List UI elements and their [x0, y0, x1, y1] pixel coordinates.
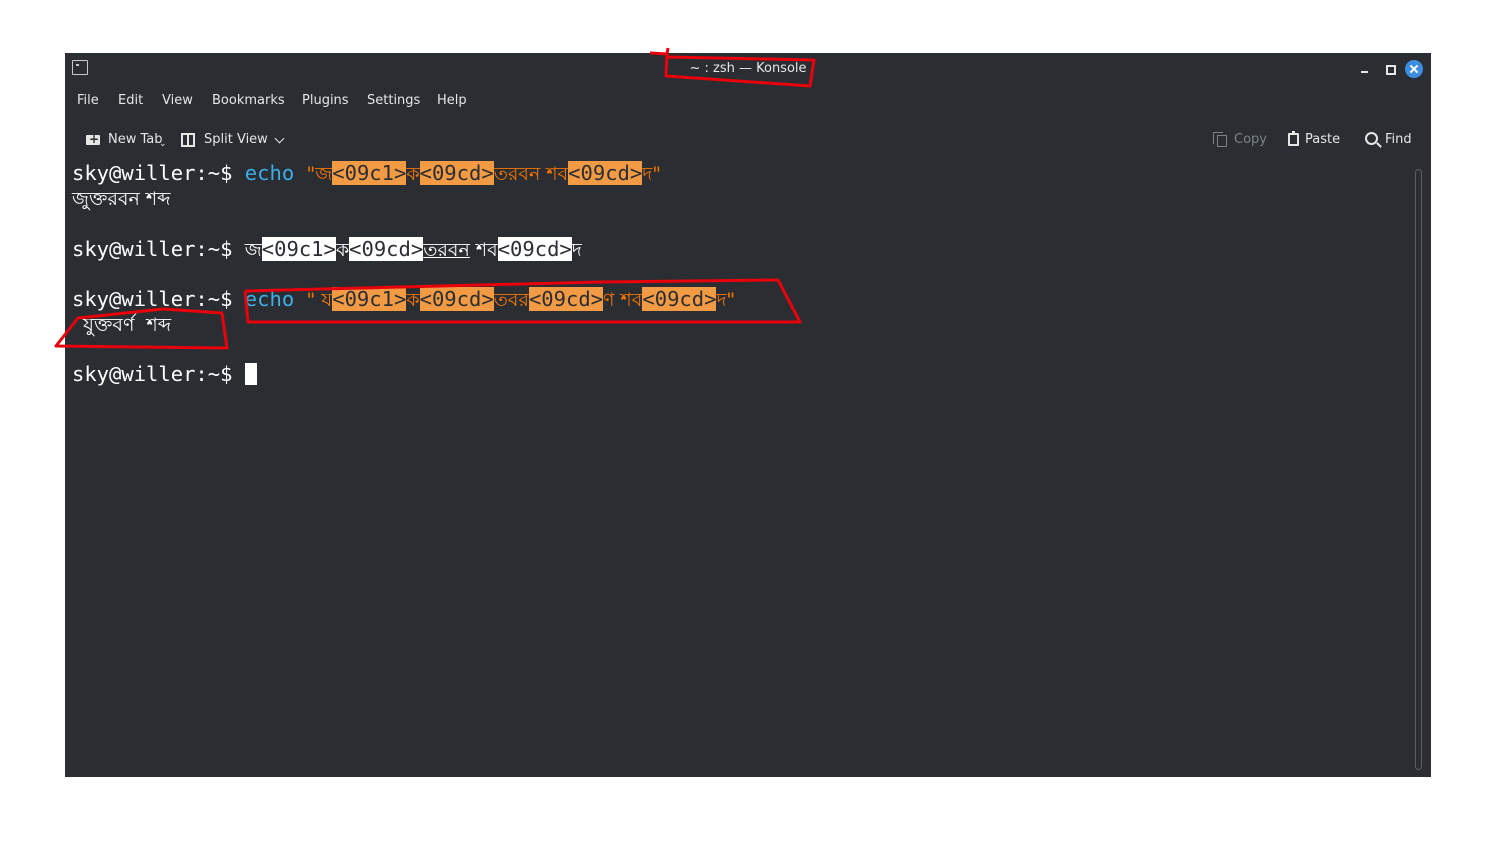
copy-button[interactable]: Copy	[1211, 121, 1267, 159]
terminal-output-3: যুক্তবর্ণ শব্দ	[83, 314, 172, 336]
prompt: sky@willer:~$	[72, 237, 233, 261]
text-part: ক	[335, 239, 350, 261]
menu-bar: File Edit View Bookmarks Plugins Setting…	[65, 85, 1431, 117]
codepoint-box: <09cd>	[528, 287, 604, 311]
search-icon	[1365, 132, 1378, 145]
prompt: sky@willer:~$	[72, 161, 233, 185]
menu-settings[interactable]: Settings	[367, 85, 420, 117]
menu-help[interactable]: Help	[437, 85, 467, 117]
text-part: দ	[571, 239, 582, 261]
minimize-icon[interactable]	[1357, 61, 1373, 77]
close-icon[interactable]	[1405, 60, 1423, 78]
copy-icon	[1213, 132, 1227, 147]
codepoint-box: <09cd>	[497, 237, 572, 261]
find-button[interactable]: Find	[1364, 121, 1416, 159]
menu-view[interactable]: View	[162, 85, 193, 117]
paste-icon	[1288, 131, 1299, 146]
codepoint-box: <09cd>	[419, 161, 494, 185]
string-part: ণ শব	[603, 289, 643, 311]
terminal-line-4: sky@willer:~$	[72, 362, 257, 387]
find-label: Find	[1385, 132, 1412, 147]
split-view-icon	[181, 133, 195, 147]
codepoint-box: <09cd>	[642, 287, 717, 311]
codepoint-box: <09c1>	[332, 287, 407, 311]
codepoint-box: <09c1>	[261, 237, 336, 261]
text-part: তরবন	[423, 239, 470, 261]
codepoint-box: <09cd>	[568, 161, 643, 185]
copy-label: Copy	[1234, 132, 1267, 147]
toolbar: New Tab ⌄ Split View Copy Paste Find	[65, 121, 1431, 159]
prompt: sky@willer:~$	[72, 287, 233, 311]
string-part: তরবন শব	[493, 163, 569, 185]
command: echo	[244, 161, 295, 185]
paste-button[interactable]: Paste	[1286, 121, 1346, 159]
prompt: sky@willer:~$	[72, 362, 233, 386]
string-part: দ"	[642, 163, 661, 185]
codepoint-box: <09c1>	[332, 161, 407, 185]
string-part: "জ	[306, 163, 333, 185]
menu-edit[interactable]: Edit	[118, 85, 143, 117]
scrollbar[interactable]	[1415, 169, 1422, 770]
split-view-button[interactable]: Split View	[180, 121, 290, 159]
string-part: তবর	[493, 289, 529, 311]
command: echo	[244, 287, 295, 311]
maximize-icon[interactable]	[1382, 61, 1398, 77]
string-part: দ"	[716, 289, 736, 311]
terminal-line-2: sky@willer:~$ জ<09c1>ক<09cd>তরবন শব<09cd…	[72, 237, 582, 262]
menu-file[interactable]: File	[77, 85, 99, 117]
menu-plugins[interactable]: Plugins	[302, 85, 349, 117]
string-part: " য	[306, 289, 333, 311]
chevron-down-icon	[274, 133, 285, 144]
codepoint-box: <09cd>	[349, 237, 424, 261]
new-tab-button[interactable]: New Tab ⌄	[85, 121, 167, 159]
terminal-view[interactable]: sky@willer:~$ echo "জ<09c1>ক<09cd>তরবন শ…	[65, 161, 1413, 777]
paste-label: Paste	[1305, 132, 1341, 147]
text-cursor	[244, 363, 257, 385]
string-part: ক	[406, 289, 420, 311]
new-tab-icon	[86, 130, 100, 148]
text-part: জ	[244, 239, 262, 261]
window-title: ~ : zsh — Konsole	[689, 61, 807, 76]
codepoint-box: <09cd>	[419, 287, 494, 311]
title-bar[interactable]: ~ : zsh — Konsole	[65, 53, 1431, 85]
terminal-line-1: sky@willer:~$ echo "জ<09c1>ক<09cd>তরবন শ…	[72, 161, 661, 186]
chevron-down-icon: ⌄	[159, 139, 167, 149]
new-tab-label: New Tab	[108, 132, 163, 147]
text-part: শব	[469, 239, 498, 261]
terminal-icon[interactable]	[72, 60, 88, 75]
terminal-line-3: sky@willer:~$ echo " য<09c1>ক<09cd>তবর<0…	[72, 287, 735, 312]
string-part: ক	[406, 163, 420, 185]
terminal-output-1: জুক্তরবন শব্দ	[72, 188, 171, 210]
konsole-window: ~ : zsh — Konsole File Edit View Bookmar…	[65, 53, 1431, 777]
split-view-label: Split View	[204, 132, 268, 147]
menu-bookmarks[interactable]: Bookmarks	[212, 85, 285, 117]
